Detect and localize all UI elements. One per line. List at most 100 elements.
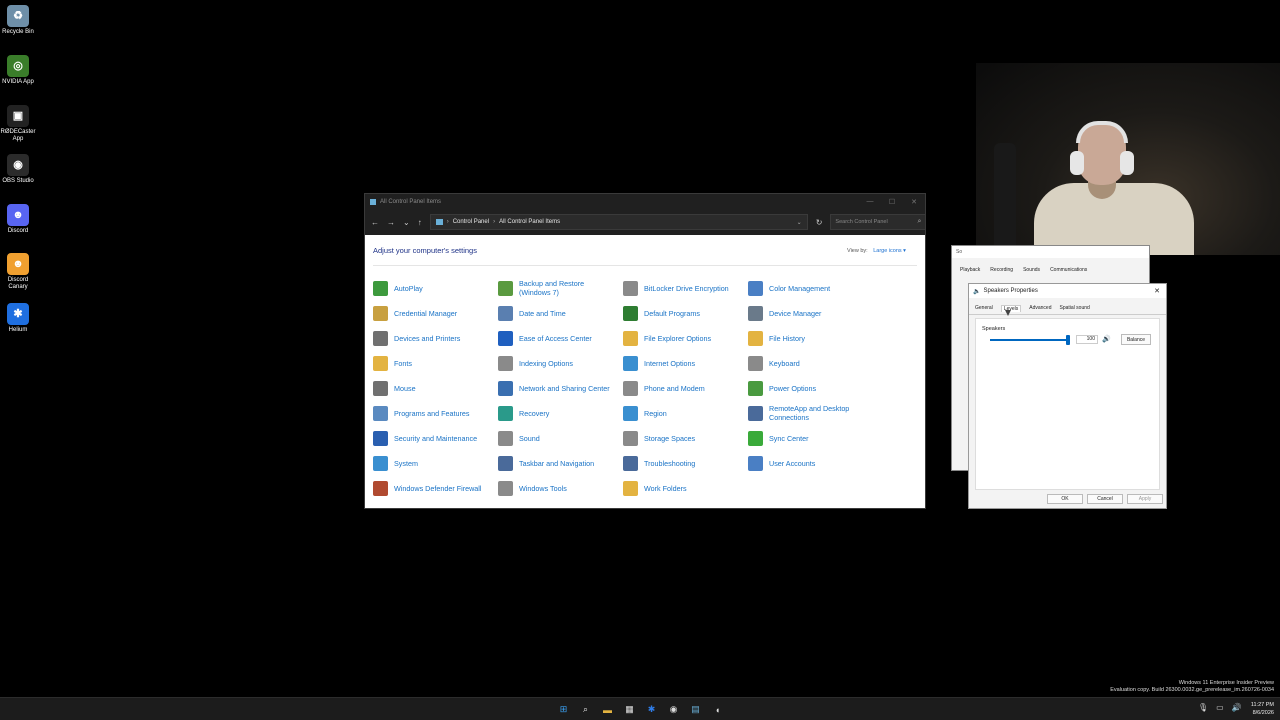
cp-item-sync-center[interactable]: Sync Center bbox=[748, 427, 866, 449]
search-icon: ⌕ bbox=[917, 218, 922, 225]
file-explorer-icon[interactable]: ▬ bbox=[600, 702, 615, 717]
cp-item-windows-tools[interactable]: Windows Tools bbox=[498, 477, 616, 499]
cp-item-indexing-options[interactable]: Indexing Options bbox=[498, 352, 616, 374]
headphone-left bbox=[1070, 151, 1084, 175]
chevron-down-icon[interactable]: ⌄ bbox=[403, 218, 410, 227]
tab-general[interactable]: General bbox=[975, 305, 993, 312]
cp-item-network-and-sharing-center[interactable]: Network and Sharing Center bbox=[498, 377, 616, 399]
sound-tab-communications[interactable]: Communications bbox=[1048, 266, 1089, 274]
desktop-icon-obs-studio[interactable]: ◉ OBS Studio bbox=[0, 154, 36, 185]
speaker-mute-icon[interactable]: 🔊 bbox=[1102, 335, 1111, 343]
desktop-icon-discord-canary[interactable]: ☻ Discord Canary bbox=[0, 253, 36, 291]
apply-button[interactable]: Apply bbox=[1127, 494, 1163, 504]
troubleshooting-icon bbox=[623, 455, 638, 471]
search-icon[interactable]: ⌕ bbox=[578, 702, 593, 717]
clock[interactable]: 11:27 PM 8/6/2026 bbox=[1251, 701, 1274, 717]
cp-item-region[interactable]: Region bbox=[623, 402, 741, 424]
cp-item-remoteapp-and-desktop-connections[interactable]: RemoteApp and Desktop Connections bbox=[748, 402, 866, 424]
cp-item-backup-and-restore-windows-7[interactable]: Backup and Restore (Windows 7) bbox=[498, 277, 616, 299]
tab-spatial-sound[interactable]: Spatial sound bbox=[1060, 305, 1090, 312]
cp-item-system[interactable]: System bbox=[373, 452, 491, 474]
sound-tab-playback[interactable]: Playback bbox=[958, 266, 982, 274]
cp-item-work-folders[interactable]: Work Folders bbox=[623, 477, 741, 499]
cp-item-bitlocker-drive-encryption[interactable]: BitLocker Drive Encryption bbox=[623, 277, 741, 299]
cp-item-mouse[interactable]: Mouse bbox=[373, 377, 491, 399]
control-panel-icon[interactable]: ▤ bbox=[688, 702, 703, 717]
breadcrumb-separator-icon: › bbox=[446, 219, 449, 225]
forward-arrow-icon[interactable]: → bbox=[387, 218, 395, 227]
cp-item-file-history[interactable]: File History bbox=[748, 327, 866, 349]
window-titlebar[interactable]: All Control Panel Items — ☐ ✕ bbox=[365, 194, 925, 209]
close-button[interactable]: ✕ bbox=[903, 198, 925, 206]
network-icon[interactable]: ▭ bbox=[1216, 703, 1224, 712]
tab-advanced[interactable]: Advanced bbox=[1029, 305, 1051, 312]
cp-item-user-accounts[interactable]: User Accounts bbox=[748, 452, 866, 474]
cp-item-credential-manager[interactable]: Credential Manager bbox=[373, 302, 491, 324]
close-icon[interactable]: ✕ bbox=[1154, 287, 1160, 295]
breadcrumb-current[interactable]: All Control Panel Items bbox=[499, 219, 560, 225]
sound-window-title[interactable]: So bbox=[952, 246, 1149, 258]
sound-tab-recording[interactable]: Recording bbox=[988, 266, 1015, 274]
cp-item-fonts[interactable]: Fonts bbox=[373, 352, 491, 374]
cp-item-taskbar-and-navigation[interactable]: Taskbar and Navigation bbox=[498, 452, 616, 474]
cp-item-devices-and-printers[interactable]: Devices and Printers bbox=[373, 327, 491, 349]
tab-levels[interactable]: Levels bbox=[1000, 305, 1022, 312]
mouse-icon[interactable]: ◖ bbox=[710, 702, 725, 717]
helium-icon[interactable]: ✱ bbox=[644, 702, 659, 717]
refresh-icon[interactable]: ↻ bbox=[816, 218, 823, 227]
cancel-button[interactable]: Cancel bbox=[1087, 494, 1123, 504]
search-input[interactable]: Search Control Panel ⌕ bbox=[830, 214, 927, 230]
back-arrow-icon[interactable]: ← bbox=[371, 218, 379, 227]
dialog-titlebar[interactable]: 🔈 Speakers Properties ✕ bbox=[969, 284, 1166, 298]
ok-button[interactable]: OK bbox=[1047, 494, 1083, 504]
sound-tab-sounds[interactable]: Sounds bbox=[1021, 266, 1042, 274]
up-arrow-icon[interactable]: ↑ bbox=[418, 218, 422, 227]
default-programs-icon bbox=[623, 305, 638, 321]
cp-item-recovery[interactable]: Recovery bbox=[498, 402, 616, 424]
calendar-icon[interactable]: ▦ bbox=[622, 702, 637, 717]
start-icon[interactable]: ⊞ bbox=[556, 702, 571, 717]
desktop-icon-label: NVIDIA App bbox=[2, 79, 34, 85]
microphone-icon[interactable]: 🎙 bbox=[1198, 703, 1208, 712]
cp-item-color-management[interactable]: Color Management bbox=[748, 277, 866, 299]
address-dropdown-icon[interactable]: ⌄ bbox=[797, 219, 802, 226]
address-bar[interactable]: › Control Panel › All Control Panel Item… bbox=[429, 214, 808, 230]
cp-item-troubleshooting[interactable]: Troubleshooting bbox=[623, 452, 741, 474]
desktop-icon-r-decaster-app[interactable]: ▣ RØDECaster App bbox=[0, 105, 36, 143]
cp-item-internet-options[interactable]: Internet Options bbox=[623, 352, 741, 374]
obs-icon[interactable]: ◉ bbox=[666, 702, 681, 717]
cp-item-ease-of-access-center[interactable]: Ease of Access Center bbox=[498, 327, 616, 349]
breadcrumb-root[interactable]: Control Panel bbox=[453, 219, 489, 225]
balance-button[interactable]: Balance bbox=[1121, 334, 1151, 345]
ease-of-access-center-icon bbox=[498, 330, 513, 346]
volume-slider[interactable] bbox=[990, 335, 1070, 345]
volume-slider-thumb[interactable] bbox=[1066, 335, 1070, 345]
cp-item-programs-and-features[interactable]: Programs and Features bbox=[373, 402, 491, 424]
cp-item-date-and-time[interactable]: Date and Time bbox=[498, 302, 616, 324]
volume-value-field[interactable]: 100 bbox=[1076, 335, 1098, 344]
volume-icon[interactable]: 🔊 bbox=[1232, 703, 1242, 712]
cp-item-windows-defender-firewall[interactable]: Windows Defender Firewall bbox=[373, 477, 491, 499]
maximize-button[interactable]: ☐ bbox=[881, 198, 903, 206]
cp-item-label: Network and Sharing Center bbox=[519, 383, 610, 393]
cp-item-autoplay[interactable]: AutoPlay bbox=[373, 277, 491, 299]
cp-item-power-options[interactable]: Power Options bbox=[748, 377, 866, 399]
cp-item-label: Mouse bbox=[394, 383, 416, 393]
desktop-icon-nvidia-app[interactable]: ◎ NVIDIA App bbox=[0, 55, 36, 86]
dialog-title: Speakers Properties bbox=[983, 288, 1038, 294]
desktop-icon-helium[interactable]: ✱ Helium bbox=[0, 303, 36, 334]
cp-item-file-explorer-options[interactable]: File Explorer Options bbox=[623, 327, 741, 349]
cp-item-storage-spaces[interactable]: Storage Spaces bbox=[623, 427, 741, 449]
desktop-icon-recycle-bin[interactable]: ♻ Recycle Bin bbox=[0, 5, 36, 36]
cp-item-default-programs[interactable]: Default Programs bbox=[623, 302, 741, 324]
view-by-dropdown[interactable]: Large icons ▾ bbox=[873, 248, 906, 254]
cp-item-phone-and-modem[interactable]: Phone and Modem bbox=[623, 377, 741, 399]
minimize-button[interactable]: — bbox=[859, 198, 881, 206]
cp-item-keyboard[interactable]: Keyboard bbox=[748, 352, 866, 374]
cp-item-security-and-maintenance[interactable]: Security and Maintenance bbox=[373, 427, 491, 449]
desktop-icon-discord[interactable]: ☻ Discord bbox=[0, 204, 36, 235]
user-accounts-icon bbox=[748, 455, 763, 471]
cp-item-sound[interactable]: Sound bbox=[498, 427, 616, 449]
obs-studio-icon: ◉ bbox=[7, 154, 29, 176]
cp-item-device-manager[interactable]: Device Manager bbox=[748, 302, 866, 324]
